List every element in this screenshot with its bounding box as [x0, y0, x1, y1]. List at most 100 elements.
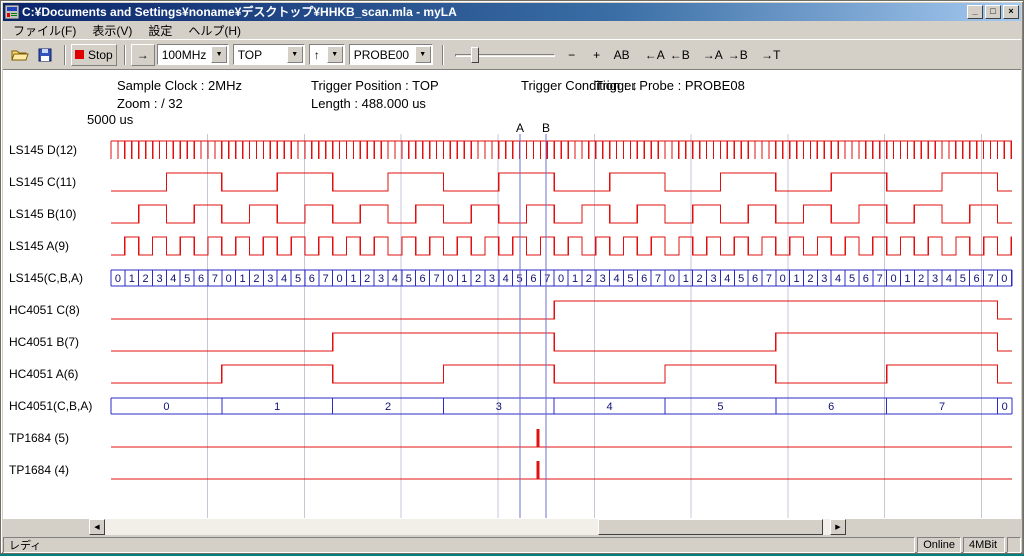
bus-value: 6 [863, 273, 869, 285]
bus-value: 3 [600, 273, 606, 285]
stop-button[interactable]: Stop [71, 44, 117, 66]
bus-value: 7 [323, 273, 329, 285]
trigger-position-text: Trigger Position : TOP [311, 78, 439, 93]
resize-grip[interactable] [1007, 537, 1021, 553]
stop-icon [75, 50, 84, 59]
menu-bar: ファイル(F) 表示(V) 設定 ヘルプ(H) [3, 21, 1021, 39]
sample-clock-combo[interactable]: 100MHz ▼ [157, 44, 229, 65]
bus-value: 0 [336, 273, 342, 285]
bus-value: 1 [794, 273, 800, 285]
chevron-down-icon[interactable]: ▼ [415, 46, 431, 63]
bus-value: 0 [780, 273, 786, 285]
bus-value: 1 [572, 273, 578, 285]
bus-value: 3 [267, 273, 273, 285]
goto-b-left-button[interactable]: ←B [669, 44, 691, 66]
status-online: Online [917, 537, 961, 553]
zoom-in-button[interactable]: + [586, 44, 608, 66]
chevron-down-icon[interactable]: ▼ [211, 46, 226, 63]
bus-value: 6 [420, 273, 426, 285]
zoom-ab-button[interactable]: AB [611, 44, 633, 66]
title-bar[interactable]: C:¥Documents and Settings¥noname¥デスクトップ¥… [3, 3, 1021, 21]
minimize-button[interactable]: _ [967, 5, 983, 19]
save-file-button[interactable] [34, 44, 56, 66]
scroll-right-icon[interactable]: ▶ [830, 519, 846, 535]
folder-open-icon [11, 48, 29, 62]
goto-b-right-button[interactable]: →B [727, 44, 749, 66]
status-bar: レディ Online 4MBit [3, 535, 1021, 553]
waveform-area[interactable]: Sample Clock : 2MHz Trigger Position : T… [3, 69, 1021, 519]
menu-view[interactable]: 表示(V) [84, 21, 140, 40]
cursor-label-a: A [516, 121, 524, 135]
toolbar-separator [442, 45, 444, 65]
cursor-label-b: B [542, 121, 550, 135]
trigger-probe-combo[interactable]: PROBE00 ▼ [349, 44, 433, 65]
bus-value: 1 [129, 273, 135, 285]
bus-value: 5 [849, 273, 855, 285]
zoom-slider-thumb[interactable] [471, 47, 479, 63]
bus-value: 0 [163, 401, 169, 413]
menu-file[interactable]: ファイル(F) [5, 21, 84, 40]
trigger-position-combo[interactable]: TOP ▼ [233, 44, 305, 65]
trigger-probe-text: Trigger Probe : PROBE08 [595, 78, 745, 93]
bus-value: 0 [669, 273, 675, 285]
channel-wave [111, 365, 1012, 383]
scroll-row: ◀ ▶ [3, 519, 1021, 535]
bus-value: 6 [752, 273, 758, 285]
close-button[interactable]: × [1003, 5, 1019, 19]
toolbar: Stop → 100MHz ▼ TOP ▼ ↑ ▼ PROBE00 ▼ − + … [3, 39, 1021, 69]
chevron-down-icon[interactable]: ▼ [327, 46, 343, 63]
bus-value: 2 [918, 273, 924, 285]
app-icon [5, 5, 19, 19]
goto-a-left-button[interactable]: ←A [644, 44, 666, 66]
scrollbar-track[interactable] [105, 519, 830, 535]
chevron-down-icon[interactable]: ▼ [287, 46, 303, 63]
bus-value: 1 [240, 273, 246, 285]
open-file-button[interactable] [9, 44, 31, 66]
toolbar-separator [64, 45, 66, 65]
bus-value: 4 [724, 273, 730, 285]
scrollbar-thumb[interactable] [598, 519, 823, 535]
bus-value: 2 [385, 401, 391, 413]
bus-value: 2 [586, 273, 592, 285]
bus-value: 2 [475, 273, 481, 285]
waveform-plot[interactable]: 0123456701234567012345670123456701234567… [3, 120, 1021, 519]
bus-value: 0 [558, 273, 564, 285]
bus-value: 1 [350, 273, 356, 285]
bus-value: 7 [212, 273, 218, 285]
bus-value: 1 [274, 401, 280, 413]
bus-value: 4 [170, 273, 176, 285]
bus-value: 5 [717, 401, 723, 413]
run-button[interactable]: → [131, 44, 155, 66]
bus-value: 3 [156, 273, 162, 285]
scroll-left-icon[interactable]: ◀ [89, 519, 105, 535]
sample-clock-text: Sample Clock : 2MHz [117, 78, 242, 93]
maximize-button[interactable]: □ [985, 5, 1001, 19]
bus-value: 2 [697, 273, 703, 285]
zoom-slider[interactable] [455, 45, 555, 65]
channel-wave [111, 301, 1012, 319]
bus-value: 5 [184, 273, 190, 285]
bus-value: 4 [946, 273, 952, 285]
run-arrow-icon: → [137, 48, 149, 62]
status-ready: レディ [3, 537, 915, 553]
zoom-slider-track[interactable] [455, 54, 555, 57]
bus-value: 4 [613, 273, 619, 285]
zoom-out-button[interactable]: − [561, 44, 583, 66]
bus-value: 2 [143, 273, 149, 285]
menu-help[interactable]: ヘルプ(H) [180, 21, 249, 40]
floppy-disk-icon [38, 48, 52, 62]
goto-trigger-button[interactable]: →T [760, 44, 782, 66]
menu-settings[interactable]: 設定 [140, 21, 180, 40]
window-title: C:¥Documents and Settings¥noname¥デスクトップ¥… [22, 3, 967, 21]
bus-value: 6 [530, 273, 536, 285]
trigger-edge-combo[interactable]: ↑ ▼ [309, 44, 345, 65]
channel-wave [111, 333, 1012, 351]
bus-value: 0 [226, 273, 232, 285]
bus-value: 5 [960, 273, 966, 285]
bus-value: 3 [932, 273, 938, 285]
horizontal-scrollbar[interactable]: ◀ ▶ [89, 519, 846, 535]
goto-a-right-button[interactable]: →A [702, 44, 724, 66]
bus-value: 6 [828, 401, 834, 413]
bus-value: 4 [835, 273, 841, 285]
bus-value: 1 [461, 273, 467, 285]
